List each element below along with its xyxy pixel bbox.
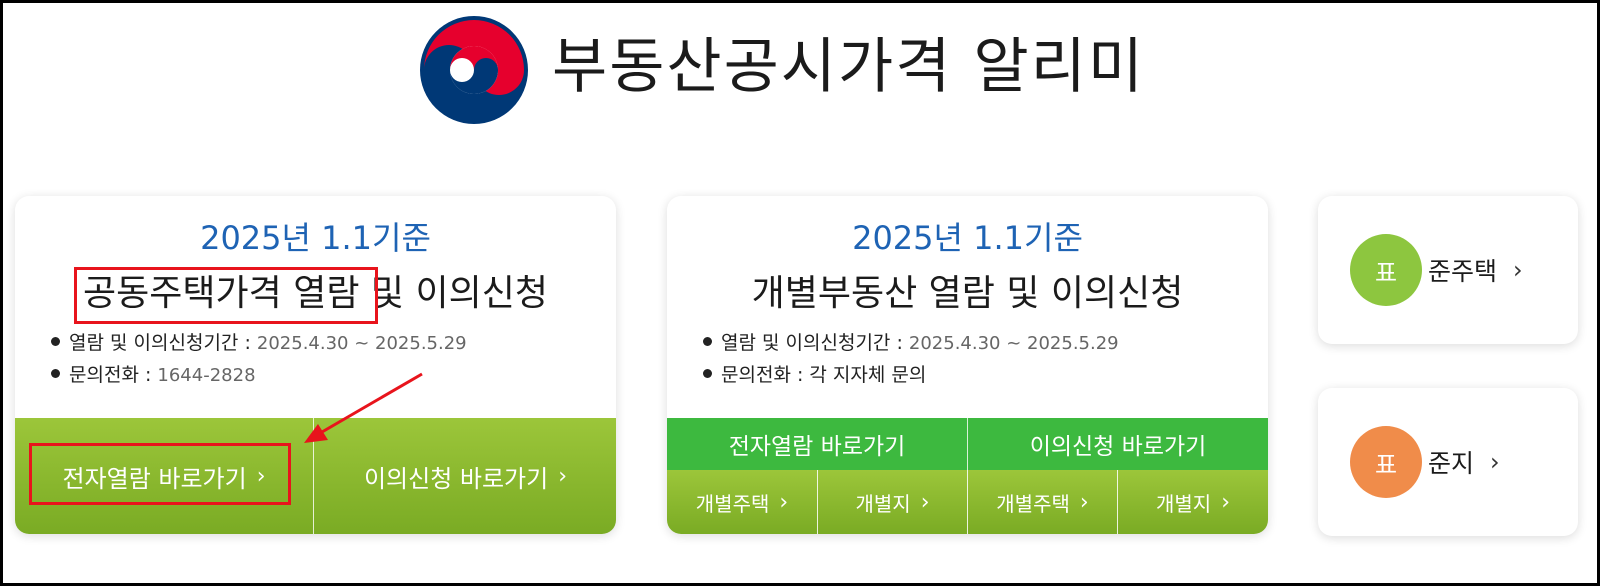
apartment-action-bar: 전자열람 바로가기 › 이의신청 바로가기 › <box>15 418 616 534</box>
objection-individual-house-button[interactable]: 개별주택 › <box>968 470 1117 534</box>
individual-section-header: 전자열람 바로가기 이의신청 바로가기 <box>667 418 1268 470</box>
viewing-period-label: 열람 및 이의신청기간 : <box>721 332 909 354</box>
contact-value: 각 지자체 문의 <box>809 364 927 386</box>
chevron-right-icon: › <box>1079 489 1089 515</box>
contact-label: 문의전화 : <box>721 364 810 386</box>
view-individual-house-button[interactable]: 개별주택 › <box>667 470 817 534</box>
card-year-label: 2025년 1.1기준 <box>200 219 431 257</box>
bullet-icon <box>51 337 60 346</box>
contact-label: 문의전화 : <box>69 364 158 386</box>
taegeuk-logo-icon <box>420 16 528 124</box>
viewing-period: 열람 및 이의신청기간 : 2025.4.30 ~ 2025.5.29 <box>51 330 467 357</box>
chevron-right-icon: › <box>779 489 789 515</box>
electronic-view-label: 전자열람 바로가기 <box>62 464 247 493</box>
standard-house-label: 준주택 <box>1428 257 1498 286</box>
electronic-view-button[interactable]: 전자열람 바로가기 › <box>15 418 313 534</box>
objection-label: 이의신청 바로가기 <box>363 464 549 493</box>
chevron-right-icon: › <box>1221 489 1230 515</box>
view-individual-land-button[interactable]: 개별지 › <box>818 470 967 534</box>
site-title[interactable]: 부동산공시가격 알리미 <box>552 22 1145 112</box>
chevron-right-icon: › <box>558 463 568 489</box>
apartment-price-card: 2025년 1.1기준 공동주택가격 열람 및 이의신청 열람 및 이의신청기간… <box>15 196 616 534</box>
chevron-right-icon: › <box>1513 256 1523 284</box>
contact-phone: 문의전화 : 1644-2828 <box>51 362 256 389</box>
objection-individual-land-label: 개별지 <box>1155 491 1212 516</box>
bullet-icon <box>703 369 712 378</box>
card-title-highlight: 공동주택가격 열람 <box>83 273 360 314</box>
bullet-icon <box>51 369 60 378</box>
electronic-view-header: 전자열람 바로가기 <box>728 434 906 460</box>
standard-house-link[interactable]: 표 준주택 › <box>1318 196 1578 344</box>
objection-individual-land-button[interactable]: 개별지 › <box>1118 470 1268 534</box>
chevron-right-icon: › <box>920 489 930 515</box>
standard-badge: 표 <box>1350 426 1422 498</box>
view-individual-house-label: 개별주택 <box>695 491 770 516</box>
contact-value: 1644-2828 <box>157 365 256 386</box>
standard-badge: 표 <box>1350 234 1422 306</box>
card-title: 공동주택가격 열람 및 이의신청 <box>15 271 616 317</box>
divider <box>313 418 314 534</box>
objection-header: 이의신청 바로가기 <box>1029 434 1207 460</box>
card-title: 개별부동산 열람 및 이의신청 <box>751 273 1184 314</box>
individual-action-bar: 개별주택 › 개별지 › 개별주택 › 개별지 › <box>667 470 1268 534</box>
viewing-period-value: 2025.4.30 ~ 2025.5.29 <box>256 333 467 354</box>
view-individual-land-label: 개별지 <box>855 491 911 516</box>
chevron-right-icon: › <box>256 463 266 489</box>
standard-land-link[interactable]: 표 준지 › <box>1318 388 1578 536</box>
bullet-icon <box>703 337 712 346</box>
objection-individual-house-label: 개별주택 <box>996 491 1070 516</box>
individual-property-card: 2025년 1.1기준 개별부동산 열람 및 이의신청 열람 및 이의신청기간 … <box>667 196 1268 534</box>
card-year-label: 2025년 1.1기준 <box>852 219 1083 257</box>
card-title-rest: 및 이의신청 <box>359 273 548 314</box>
government-logo <box>420 16 528 124</box>
viewing-period: 열람 및 이의신청기간 : 2025.4.30 ~ 2025.5.29 <box>703 330 1119 357</box>
objection-button[interactable]: 이의신청 바로가기 › <box>315 418 616 534</box>
viewing-period-label: 열람 및 이의신청기간 : <box>69 332 257 354</box>
viewing-period-value: 2025.4.30 ~ 2025.5.29 <box>908 333 1119 354</box>
contact-phone: 문의전화 : 각 지자체 문의 <box>703 362 926 388</box>
chevron-right-icon: › <box>1490 448 1500 476</box>
standard-land-label: 준지 <box>1428 449 1475 478</box>
